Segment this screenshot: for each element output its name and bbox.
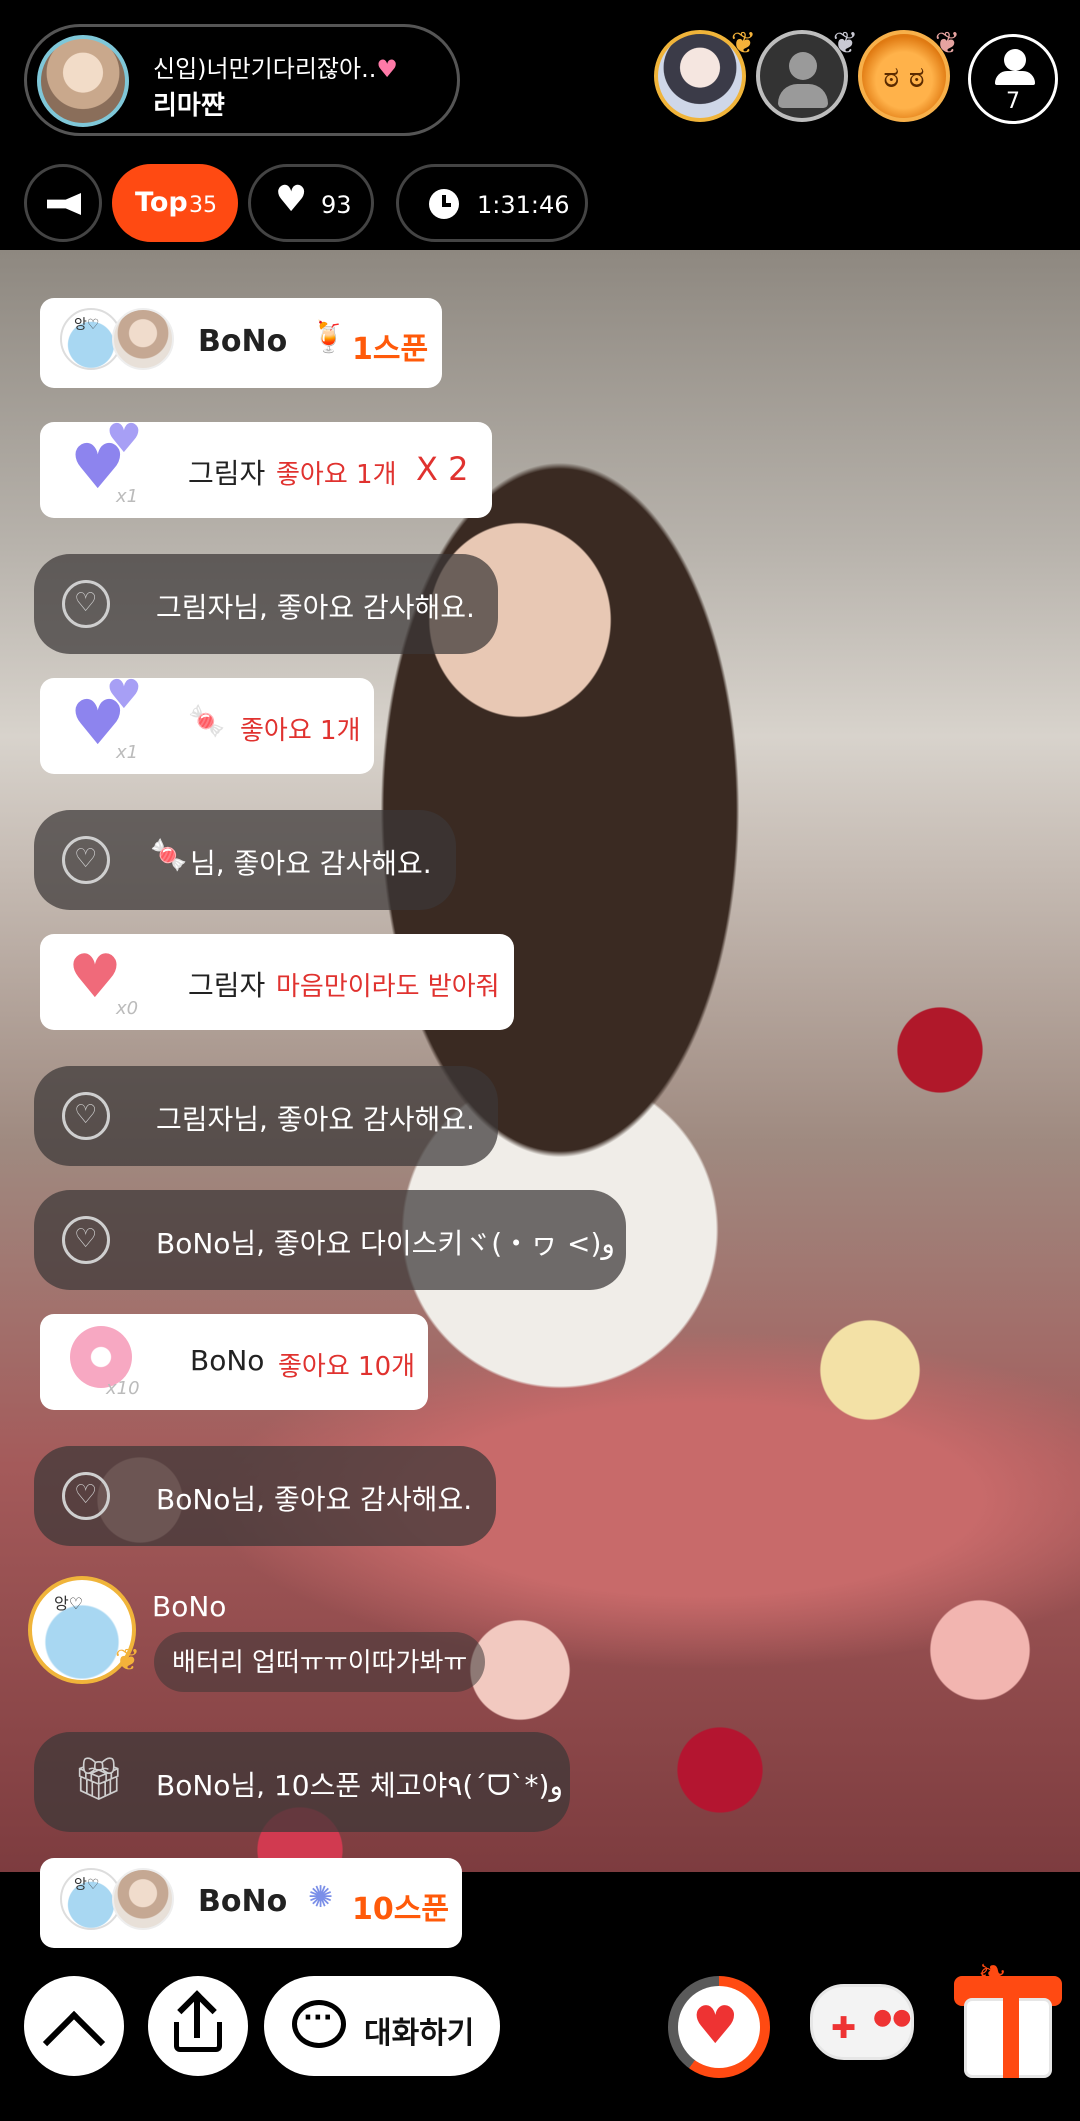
sender-name: BoNo <box>152 1590 227 1623</box>
system-message: 🎁︎ BoNo님, 10스푼 체고야٩(ˊᗜˋ*)و <box>34 1732 570 1832</box>
gift-count: x1 <box>116 486 139 507</box>
system-text: BoNo님, 좋아요 다이스키ヾ(・ヮ <)و <box>156 1227 615 1260</box>
broadcast-timer[interactable]: 1:31:46 <box>396 164 588 242</box>
sparkle-spoon-icon: ✺ <box>308 1880 334 1915</box>
like-text: 좋아요 10개 <box>278 1352 416 1382</box>
heart-badge-icon <box>62 836 110 884</box>
cat-face-icon: ಠ ಠ <box>883 60 925 95</box>
wing-icon: ❦ <box>114 1643 140 1678</box>
system-message: BoNo님, 좋아요 감사해요. <box>34 1446 496 1546</box>
viewer-count: 7 <box>1006 89 1020 114</box>
host-avatar[interactable] <box>37 35 129 127</box>
sender-name: BoNo <box>198 1884 288 1919</box>
top-label: Top <box>135 187 188 218</box>
like-gift-card: x10 BoNo 좋아요 10개 <box>40 1314 428 1410</box>
gift-count: x1 <box>116 742 139 763</box>
like-count-button[interactable]: ♥ 93 <box>248 164 374 242</box>
timer-value: 1:31:46 <box>477 191 570 219</box>
spoon-amount: 10스푼 <box>352 1892 449 1927</box>
like-gift-card: ♥ x0 그림자 마음만이라도 받아줘 <box>40 934 514 1030</box>
like-text: 좋아요 1개 <box>240 716 361 746</box>
chat-button[interactable]: 대화하기 <box>264 1976 500 2076</box>
drink-icon: 🍹 <box>310 320 348 355</box>
chevron-up-icon <box>42 2010 106 2074</box>
heart-badge-icon <box>62 1472 110 1520</box>
avatar-caption: 앙♡ <box>74 317 100 333</box>
spoon-gift-card: 앙♡ BoNo ✺ 10스푼 <box>40 1858 462 1948</box>
heart-icon: ♥ <box>275 179 308 220</box>
sender-name: 그림자 <box>188 457 266 490</box>
sender-name: 그림자 <box>188 969 266 1002</box>
like-text: 마음만이라도 받아줘 <box>276 972 500 1002</box>
user-avatar[interactable]: 앙♡ ❦ <box>28 1576 140 1684</box>
system-text: 그림자님, 좋아요 감사해요. <box>156 591 475 624</box>
host-profile[interactable]: 신입)너만기다리잖아..♥ 리마쨘 <box>24 24 460 136</box>
candy-icon: 🍬 <box>150 838 188 873</box>
message-text: 배터리 업떠ㅠㅠ이따가봐ㅠ <box>154 1632 486 1692</box>
gift-count: x0 <box>116 998 139 1019</box>
system-text: BoNo님, 10스푼 체고야٩(ˊᗜˋ*)و <box>156 1769 563 1802</box>
candy-icon: 🍬 <box>188 704 226 739</box>
avatar-caption: 앙♡ <box>54 1594 84 1613</box>
broken-heart-icon: ♥ <box>68 942 122 1012</box>
host-avatar-mini <box>112 1868 174 1930</box>
system-message: BoNo님, 좋아요 다이스키ヾ(・ヮ <)و <box>34 1190 626 1290</box>
heart-badge-icon <box>62 1216 110 1264</box>
spoon-gift-card: 앙♡ BoNo 🍹 1스푼 <box>40 298 442 388</box>
share-button[interactable] <box>148 1976 248 2076</box>
top-count: 35 <box>189 193 217 218</box>
person-icon <box>789 52 817 80</box>
host-avatar-mini <box>112 308 174 370</box>
scroll-up-button[interactable] <box>24 1976 124 2076</box>
sender-name: BoNo <box>190 1344 265 1377</box>
chat-button-label: 대화하기 <box>364 2016 475 2051</box>
system-message: 그림자님, 좋아요 감사해요. <box>34 1066 498 1166</box>
person-icon <box>1004 49 1026 71</box>
like-gift-card: ♥ ♥ x1 🍬 좋아요 1개 <box>40 672 374 774</box>
like-button[interactable]: ♥ <box>668 1976 770 2078</box>
top-bar: 신입)너만기다리잖아..♥ 리마쨘 ❦ ❦ ಠ ಠ ❦ 7 Top 35 ♥ 9… <box>0 0 1080 250</box>
host-title: 신입)너만기다리잖아.. <box>153 55 377 83</box>
chat-message: 앙♡ ❦ BoNo 배터리 업떠ㅠㅠ이따가봐ㅠ <box>28 1576 486 1692</box>
avatar-caption: 앙♡ <box>74 1877 100 1893</box>
sender-name: BoNo <box>198 324 288 359</box>
wing-icon: ❦ <box>832 26 858 61</box>
wing-icon: ❦ <box>934 26 960 61</box>
system-text: BoNo님, 좋아요 감사해요. <box>156 1483 473 1516</box>
gift-icon: 🎁︎ <box>72 1754 126 1803</box>
wing-icon: ❦ <box>730 26 756 61</box>
gift-count: x10 <box>106 1378 140 1399</box>
like-gift-card: ♥ ♥ x1 그림자 좋아요 1개 X 2 <box>40 416 492 518</box>
system-message: 그림자님, 좋아요 감사해요. <box>34 554 498 654</box>
viewer-avatar[interactable]: ❦ <box>756 26 858 122</box>
clock-icon <box>429 189 459 219</box>
system-message: 🍬 님, 좋아요 감사해요. <box>34 810 456 910</box>
combo-multiplier: X 2 <box>416 450 469 488</box>
system-text: 님, 좋아요 감사해요. <box>190 847 432 880</box>
system-text: 그림자님, 좋아요 감사해요. <box>156 1103 475 1136</box>
heart-badge-icon <box>62 1092 110 1140</box>
like-text: 좋아요 1개 <box>276 460 397 490</box>
spoon-amount: 1스푼 <box>352 332 429 367</box>
megaphone-icon <box>47 193 81 215</box>
gamepad-icon: ✚ <box>831 2011 857 2046</box>
chat-bubble-icon <box>292 2000 346 2048</box>
viewer-count-button[interactable]: 7 <box>968 34 1058 124</box>
notice-button[interactable] <box>24 164 102 242</box>
heart-badge-icon <box>62 580 110 628</box>
top-fans-button[interactable]: Top 35 <box>112 164 238 242</box>
gift-box-icon[interactable] <box>964 1998 1052 2078</box>
viewer-avatar[interactable]: ಠ ಠ ❦ <box>858 26 960 122</box>
heart-icon: ♥ <box>376 55 398 83</box>
heart-icon: ♥ <box>692 1996 739 2056</box>
like-count: 93 <box>321 191 352 219</box>
viewer-avatar[interactable]: ❦ <box>654 26 756 122</box>
host-name: 리마쨘 <box>153 91 225 121</box>
gift-bow-icon: ❧ <box>978 1952 1007 1992</box>
game-button[interactable]: ✚ ●● <box>810 1984 914 2060</box>
